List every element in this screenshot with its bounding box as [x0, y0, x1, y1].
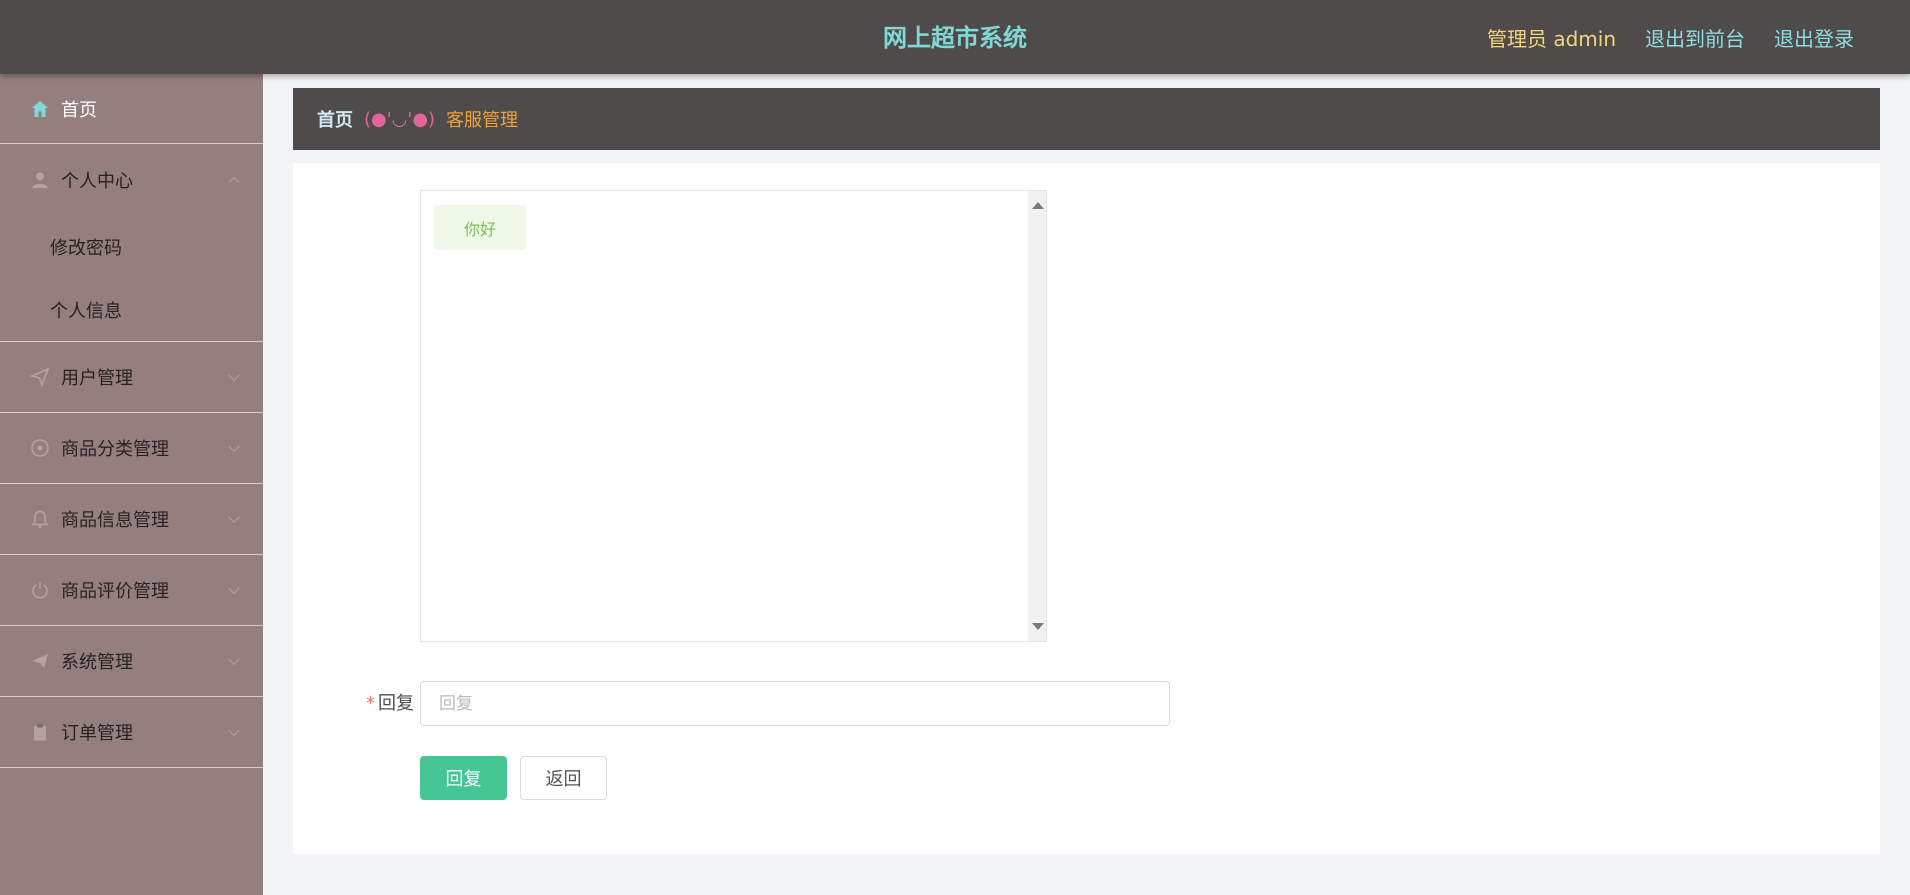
breadcrumb-home[interactable]: 首页: [317, 106, 353, 132]
reply-button[interactable]: 回复: [420, 756, 507, 800]
sidebar-item-product-info-management[interactable]: 商品信息管理: [0, 484, 263, 555]
sidebar-item-label: 个人中心: [61, 170, 133, 192]
sidebar-item-label: 商品评价管理: [61, 581, 169, 602]
sidebar-item-category-management[interactable]: 商品分类管理: [0, 413, 263, 484]
user-icon: [30, 170, 50, 190]
exit-to-front-link[interactable]: 退出到前台: [1645, 23, 1745, 52]
chat-scrollbar[interactable]: [1028, 191, 1046, 641]
chevron-down-icon: [228, 724, 240, 737]
sidebar-item-system-management[interactable]: 系统管理: [0, 626, 263, 697]
sidebar-item-personal-center[interactable]: 个人中心: [0, 144, 263, 215]
admin-label: 管理员 admin: [1486, 26, 1616, 51]
sidebar-group-personal: 个人中心 修改密码 个人信息: [0, 144, 263, 342]
breadcrumb-current: 客服管理: [446, 110, 519, 131]
sidebar-item-label: 商品分类管理: [61, 439, 169, 460]
paper-plane-icon: [30, 367, 50, 387]
sidebar-item-label: 订单管理: [61, 723, 133, 744]
sidebar-item-user-management[interactable]: 用户管理: [0, 342, 263, 413]
chevron-down-icon: [228, 653, 240, 666]
compass-icon: [30, 438, 50, 458]
sidebar-item-label: 用户管理: [61, 368, 133, 389]
sidebar-item-label: 首页: [61, 99, 97, 121]
back-button[interactable]: 返回: [520, 756, 607, 800]
sidebar-item-review-management[interactable]: 商品评价管理: [0, 555, 263, 626]
sidebar-item-label: 系统管理: [61, 652, 133, 673]
header-actions: 管理员 admin 退出到前台 退出登录: [1487, 0, 1854, 74]
sidebar-item-home[interactable]: 首页: [0, 74, 263, 144]
chevron-down-icon: [228, 440, 240, 453]
top-header: 网上超市系统 管理员 admin 退出到前台 退出登录: [0, 0, 1910, 74]
chevron-down-icon: [228, 582, 240, 595]
sidebar-subitem-personal-info[interactable]: 个人信息: [0, 278, 263, 341]
chat-message: 你好: [434, 205, 526, 250]
chat-history[interactable]: 你好: [420, 190, 1047, 642]
scroll-up-arrow-icon[interactable]: [1032, 202, 1044, 209]
power-icon: [30, 580, 50, 600]
sidebar-item-order-management[interactable]: 订单管理: [0, 697, 263, 768]
required-mark: *: [366, 693, 375, 714]
reply-input[interactable]: [420, 681, 1170, 726]
clipboard-icon: [30, 722, 50, 742]
scroll-down-arrow-icon[interactable]: [1032, 623, 1044, 630]
breadcrumb-separator: (●'◡'●): [364, 108, 436, 130]
bell-icon: [30, 509, 50, 529]
reply-label-text: 回复: [378, 693, 414, 714]
home-icon: [30, 99, 50, 119]
reply-label: * 回复: [353, 681, 414, 726]
sidebar-subitem-change-password[interactable]: 修改密码: [0, 215, 263, 278]
main-content: 你好 *回复 回复 返回: [293, 163, 1880, 854]
reply-form-row: * 回复: [293, 681, 1880, 726]
send-icon: [30, 651, 50, 671]
chevron-down-icon: [228, 511, 240, 524]
chevron-up-icon: [228, 176, 240, 188]
chevron-down-icon: [228, 369, 240, 382]
breadcrumb: 首页 (●'◡'●) 客服管理: [293, 88, 1880, 150]
sidebar-item-label: 商品信息管理: [61, 510, 169, 531]
logout-link[interactable]: 退出登录: [1774, 23, 1854, 52]
sidebar: 首页 个人中心 修改密码 个人信息 用户管理 商品分类管理 商品信息管理 商品评…: [0, 74, 263, 895]
